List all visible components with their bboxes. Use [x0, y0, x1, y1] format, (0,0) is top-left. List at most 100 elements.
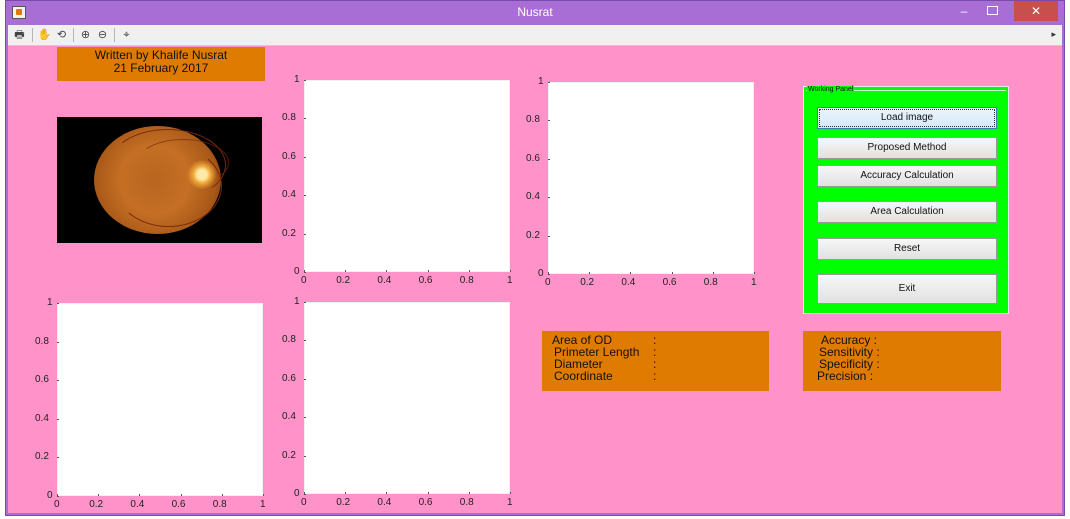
x-tick-label: 0.6	[662, 277, 677, 288]
x-tick-label: 0	[54, 499, 60, 510]
y-tick-label: 0.6	[35, 374, 49, 386]
title-bar[interactable]: Nusrat – ✕	[6, 1, 1064, 25]
x-tick-mark	[468, 492, 470, 494]
y-tick-mark	[548, 197, 550, 199]
y-tick-label: 0	[47, 490, 53, 501]
author-credit: Written by Khalife Nusrat 21 February 20…	[57, 47, 265, 81]
y-tick-mark	[304, 272, 306, 273]
y-tick-label: 1	[47, 297, 53, 308]
x-tick-mark	[263, 494, 264, 496]
y-tick-mark	[57, 457, 59, 459]
axes-top-middle[interactable]	[304, 80, 510, 272]
y-tick-mark	[57, 380, 59, 382]
x-tick-mark	[712, 272, 714, 274]
x-tick-mark	[427, 270, 429, 272]
exit-button[interactable]: Exit	[817, 274, 997, 304]
y-tick-mark	[57, 341, 59, 343]
y-tick-label: 0	[294, 266, 300, 277]
x-tick-label: 0.2	[89, 499, 104, 510]
y-tick-label: 0.4	[282, 189, 296, 201]
y-tick-label: 0	[538, 268, 544, 279]
y-tick-mark	[57, 418, 59, 420]
x-tick-label: 0	[545, 277, 551, 288]
y-tick-label: 0.4	[282, 411, 296, 423]
toolbar-overflow-icon[interactable]: ▸	[1051, 29, 1056, 40]
y-tick-mark	[304, 195, 306, 197]
x-tick-label: 1	[751, 277, 757, 288]
y-tick-mark	[304, 378, 306, 380]
y-tick-mark	[304, 80, 306, 81]
y-tick-label: 0.6	[526, 152, 540, 164]
x-tick-mark	[548, 272, 549, 274]
precision-label: Precision :	[817, 369, 874, 383]
od-info-box: Area of OD Primeter Length Diameter Coor…	[542, 331, 769, 391]
x-tick-label: 0.6	[418, 275, 433, 286]
y-tick-label: 0.2	[282, 227, 296, 239]
y-tick-label: 0.4	[35, 412, 49, 424]
x-tick-mark	[98, 494, 100, 496]
axes-bottom-left[interactable]	[57, 303, 263, 496]
minimize-button[interactable]: –	[952, 1, 976, 21]
x-tick-label: 0.6	[171, 499, 186, 510]
y-tick-label: 0.6	[282, 150, 296, 162]
x-tick-mark	[345, 270, 347, 272]
y-tick-label: 0.4	[526, 191, 540, 203]
pan-icon[interactable]: ✋	[37, 28, 52, 42]
y-tick-mark	[548, 82, 550, 83]
axes-bottom-middle[interactable]	[304, 302, 510, 494]
proposed-method-button[interactable]: Proposed Method	[817, 137, 997, 159]
x-tick-label: 1	[507, 497, 513, 508]
y-tick-label: 0.2	[526, 229, 540, 241]
x-tick-label: 1	[260, 499, 266, 510]
print-icon[interactable]: 🖶	[12, 28, 27, 42]
y-tick-label: 1	[538, 76, 544, 87]
y-tick-mark	[548, 274, 550, 275]
y-tick-label: 1	[294, 74, 300, 85]
x-tick-label: 0.8	[459, 275, 474, 286]
y-tick-mark	[57, 303, 59, 304]
x-tick-label: 0	[301, 275, 307, 286]
y-tick-mark	[304, 494, 306, 495]
figure-canvas: Written by Khalife Nusrat 21 February 20…	[8, 46, 1062, 513]
x-tick-label: 0.4	[377, 497, 392, 508]
od-coordinate-label: Coordinate	[554, 369, 613, 383]
load-image-button[interactable]: Load image	[817, 107, 997, 129]
area-calculation-button[interactable]: Area Calculation	[817, 201, 997, 223]
zoom-in-icon[interactable]: ⊕	[78, 28, 93, 42]
accuracy-calculation-button[interactable]: Accuracy Calculation	[817, 165, 997, 187]
rotate-3d-icon[interactable]: ⟲	[54, 28, 69, 42]
y-tick-label: 0.8	[35, 335, 49, 347]
y-tick-mark	[548, 235, 550, 237]
x-tick-mark	[386, 492, 388, 494]
x-tick-mark	[754, 272, 755, 274]
credit-date: 21 February 2017	[113, 61, 209, 75]
maximize-button[interactable]	[980, 1, 1004, 21]
x-tick-mark	[57, 494, 58, 496]
y-tick-mark	[57, 496, 59, 497]
x-tick-mark	[510, 492, 511, 494]
y-tick-mark	[304, 302, 306, 303]
x-tick-label: 0.8	[459, 497, 474, 508]
close-button[interactable]: ✕	[1014, 1, 1058, 21]
x-tick-mark	[304, 492, 305, 494]
metrics-box: Accuracy : Sensitivity : Specificity : P…	[803, 331, 1001, 391]
separator-colon: :	[653, 369, 657, 383]
x-tick-mark	[427, 492, 429, 494]
x-tick-label: 0.4	[621, 277, 636, 288]
axes-top-right[interactable]	[548, 82, 754, 274]
x-tick-mark	[589, 272, 591, 274]
x-tick-label: 0.6	[418, 497, 433, 508]
x-tick-label: 0.2	[336, 497, 351, 508]
y-tick-mark	[304, 417, 306, 419]
toolbar-separator	[114, 28, 115, 42]
x-tick-label: 0	[301, 497, 307, 508]
zoom-out-icon[interactable]: ⊖	[95, 28, 110, 42]
y-tick-label: 0.6	[282, 372, 296, 384]
reset-button[interactable]: Reset	[817, 238, 997, 260]
data-cursor-icon[interactable]: ⌖	[119, 28, 134, 42]
x-tick-label: 0.8	[703, 277, 718, 288]
working-panel: Working Panel Load image Proposed Method…	[803, 86, 1009, 314]
y-tick-mark	[304, 233, 306, 235]
x-tick-mark	[139, 494, 141, 496]
x-tick-label: 0.4	[377, 275, 392, 286]
